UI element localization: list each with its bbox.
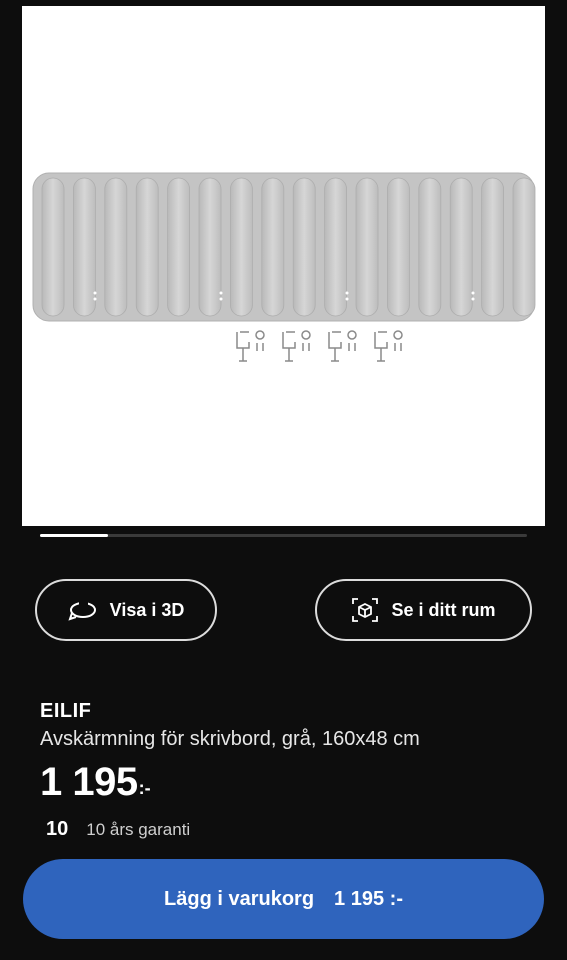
price-amount: 1 195 [40, 760, 138, 804]
screen-rib [449, 177, 473, 317]
desk-screen-illustration [32, 172, 536, 362]
screen-rib [198, 177, 222, 317]
product-image[interactable] [22, 6, 545, 526]
screen-rib [104, 177, 128, 317]
screen-rib [292, 177, 316, 317]
mounting-clamp [328, 331, 342, 362]
mounting-knob [255, 330, 265, 340]
add-to-cart-label: Lägg i varukorg [164, 887, 315, 910]
product-price: 1 195 :- [40, 760, 151, 804]
screen-rib [355, 177, 379, 317]
add-to-cart-button[interactable]: Lägg i varukorg 1 195 :- [23, 859, 544, 939]
screen-rib [324, 177, 348, 317]
view-in-room-label: Se i ditt rum [391, 599, 496, 620]
mounting-screw [302, 343, 310, 351]
rotate-3d-icon [68, 601, 96, 621]
mounting-clamp [374, 331, 388, 362]
mounting-clamp [282, 331, 296, 362]
mounting-screw [348, 343, 356, 351]
view-3d-label: Visa i 3D [109, 599, 185, 620]
screen-rib [481, 177, 505, 317]
screen-rib [229, 177, 253, 317]
product-description: Avskärmning för skrivbord, grå, 160x48 c… [40, 728, 420, 750]
screen-rib [418, 177, 442, 317]
mounting-knob [393, 330, 403, 340]
mounting-knob [347, 330, 357, 340]
gallery-progress-fill [40, 534, 108, 537]
product-name: EILIF [40, 700, 92, 722]
screen-rib [73, 177, 96, 317]
mounting-knob [301, 330, 311, 340]
screen-rib [512, 177, 536, 317]
screen-rib [261, 177, 285, 317]
add-to-cart-price: 1 195 :- [334, 887, 403, 910]
mounting-screw [394, 343, 402, 351]
gallery-progress [40, 534, 527, 537]
screen-rib [135, 177, 159, 317]
warranty-label: 10 års garanti [86, 819, 191, 839]
warranty-years-badge: 10 [46, 818, 69, 840]
view-in-room-button[interactable]: Se i ditt rum [315, 579, 532, 641]
mounting-clamp [236, 331, 250, 362]
ar-cube-icon [352, 598, 379, 622]
screen-rib [167, 177, 191, 317]
view-3d-button[interactable]: Visa i 3D [35, 579, 217, 641]
screen-rib [386, 177, 410, 317]
mounting-screw [256, 343, 264, 351]
price-suffix: :- [138, 778, 151, 798]
warranty-info[interactable]: 10 10 års garanti [46, 818, 190, 841]
screen-rib [41, 177, 65, 317]
